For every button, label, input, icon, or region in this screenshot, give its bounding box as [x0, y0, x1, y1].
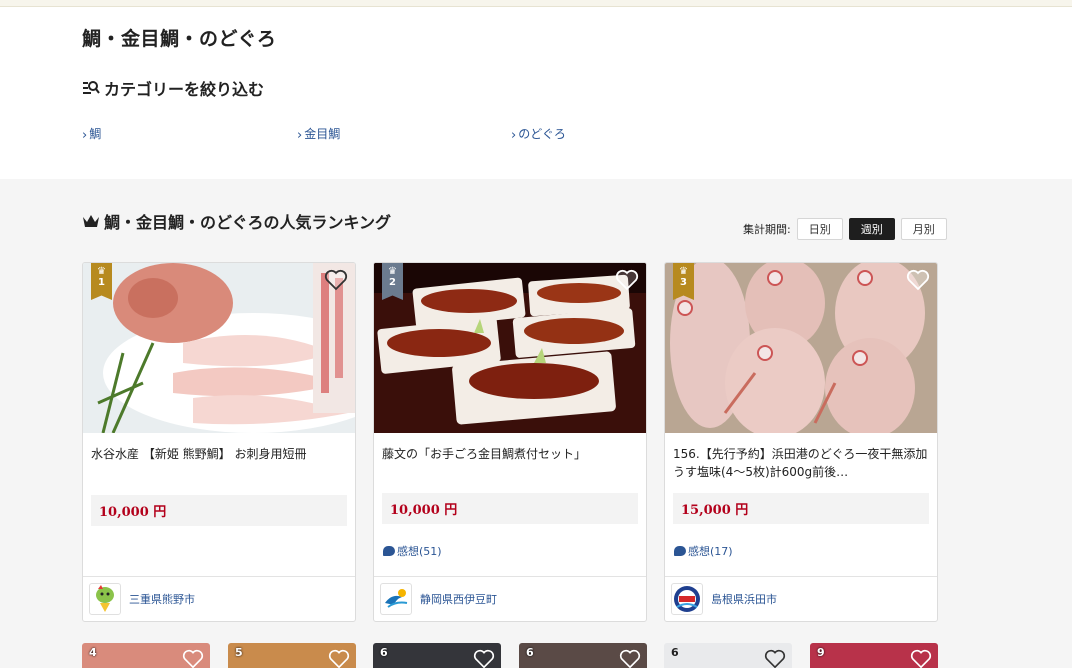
- rank-number: 5: [235, 646, 243, 659]
- ranking-heading: 鯛・金目鯛・のどぐろの人気ランキング: [82, 209, 391, 233]
- municipality-name: 三重県熊野市: [129, 593, 195, 606]
- period-weekly-button[interactable]: 週別: [848, 218, 895, 240]
- favorite-heart-icon[interactable]: [328, 649, 350, 668]
- speech-bubble-icon: [674, 546, 686, 556]
- favorite-heart-icon[interactable]: [182, 649, 204, 668]
- rank-number: 9: [817, 646, 825, 659]
- period-label: 集計期間:: [743, 223, 791, 236]
- product-image[interactable]: [665, 263, 937, 433]
- rank-badge: ♛ 3: [673, 263, 694, 300]
- rank-number: 2: [389, 277, 396, 288]
- review-link[interactable]: 感想(17): [674, 543, 733, 559]
- crown-icon: ♛: [388, 266, 397, 277]
- municipality-link[interactable]: 島根県浜田市: [671, 583, 777, 615]
- review-link[interactable]: 感想(51): [383, 543, 442, 559]
- category-link-nodoguro[interactable]: › のどぐろ: [511, 125, 566, 142]
- favorite-heart-icon[interactable]: [619, 649, 641, 668]
- municipality-name: 静岡県西伊豆町: [420, 593, 497, 606]
- ranking-card-5[interactable]: 5: [228, 643, 356, 668]
- category-link-tai[interactable]: › 鯛: [82, 125, 101, 142]
- favorite-heart-icon[interactable]: [473, 649, 495, 668]
- municipality-name: 島根県浜田市: [711, 593, 777, 606]
- review-count: 感想(51): [397, 545, 442, 558]
- divider: [83, 576, 355, 577]
- chevron-right-icon: ›: [82, 128, 88, 143]
- crown-icon: ♛: [97, 266, 106, 277]
- product-image[interactable]: [83, 263, 355, 433]
- category-link-kinmedai[interactable]: › 金目鯛: [297, 125, 340, 142]
- chevron-right-icon: ›: [297, 128, 303, 143]
- period-selector: 集計期間: 日別 週別 月別: [743, 218, 953, 240]
- ranking-card-2[interactable]: ♛ 2 藤文の「お手ごろ金目鯛煮付セット」 10,000 円 感想(51) 静岡…: [373, 262, 647, 622]
- product-image[interactable]: [374, 263, 646, 433]
- ranking-card-6a[interactable]: 6: [373, 643, 501, 668]
- category-header-section: 鯛・金目鯛・のどぐろ カテゴリーを絞り込む › 鯛 › 金目鯛 › のどぐろ: [0, 7, 1072, 179]
- rank-number: 4: [89, 646, 97, 659]
- divider: [665, 576, 937, 577]
- price: 15,000 円: [673, 493, 929, 524]
- product-name[interactable]: 藤文の「お手ごろ金目鯛煮付セット」: [382, 445, 638, 463]
- price: 10,000 円: [91, 495, 347, 526]
- crown-icon: ♛: [679, 266, 688, 277]
- favorite-heart-icon[interactable]: [910, 649, 932, 668]
- municipality-link[interactable]: 静岡県西伊豆町: [380, 583, 497, 615]
- filter-search-icon: [83, 81, 100, 94]
- crown-icon: [83, 215, 99, 227]
- ranking-card-1[interactable]: ♛ 1 水谷水産 【新姫 熊野鯛】 お刺身用短冊 10,000 円 三重県熊野市: [82, 262, 356, 622]
- ranking-heading-text: 鯛・金目鯛・のどぐろの人気ランキング: [104, 213, 392, 232]
- ranking-card-3[interactable]: ♛ 3 156.【先行予約】浜田港のどぐろ一夜干無添加うす塩味(4～5枚)計60…: [664, 262, 938, 622]
- wave-logo-icon: [380, 583, 412, 615]
- hamada-port-logo-icon: [671, 583, 703, 615]
- page-title: 鯛・金目鯛・のどぐろ: [82, 28, 277, 50]
- period-monthly-button[interactable]: 月別: [900, 218, 947, 240]
- rank-number: 1: [98, 277, 105, 288]
- category-label: 金目鯛: [304, 127, 341, 141]
- ranking-card-9[interactable]: 9: [810, 643, 938, 668]
- review-count: 感想(17): [688, 545, 733, 558]
- rank-badge: ♛ 2: [382, 263, 403, 300]
- rank-badge: ♛ 1: [91, 263, 112, 300]
- municipality-link[interactable]: 三重県熊野市: [89, 583, 195, 615]
- ranking-card-4[interactable]: 4: [82, 643, 210, 668]
- rank-number: 6: [671, 646, 679, 659]
- rank-number: 6: [380, 646, 388, 659]
- favorite-heart-icon[interactable]: [324, 269, 348, 291]
- category-label: のどぐろ: [518, 127, 566, 141]
- price: 10,000 円: [382, 493, 638, 524]
- category-label: 鯛: [89, 127, 102, 141]
- divider: [374, 576, 646, 577]
- product-name[interactable]: 水谷水産 【新姫 熊野鯛】 お刺身用短冊: [91, 445, 347, 463]
- favorite-heart-icon[interactable]: [764, 649, 786, 668]
- favorite-heart-icon[interactable]: [906, 269, 930, 291]
- kumano-mascot-icon: [89, 583, 121, 615]
- filter-heading-text: カテゴリーを絞り込む: [104, 80, 265, 99]
- chevron-right-icon: ›: [511, 128, 517, 143]
- speech-bubble-icon: [383, 546, 395, 556]
- period-daily-button[interactable]: 日別: [796, 218, 843, 240]
- product-name[interactable]: 156.【先行予約】浜田港のどぐろ一夜干無添加うす塩味(4～5枚)計600g前後…: [673, 445, 929, 481]
- rank-number: 6: [526, 646, 534, 659]
- filter-heading: カテゴリーを絞り込む: [82, 76, 264, 100]
- ranking-card-6b[interactable]: 6: [519, 643, 647, 668]
- rank-number: 3: [680, 277, 687, 288]
- top-bar: [0, 0, 1072, 7]
- ranking-card-6c[interactable]: 6: [664, 643, 792, 668]
- favorite-heart-icon[interactable]: [615, 269, 639, 291]
